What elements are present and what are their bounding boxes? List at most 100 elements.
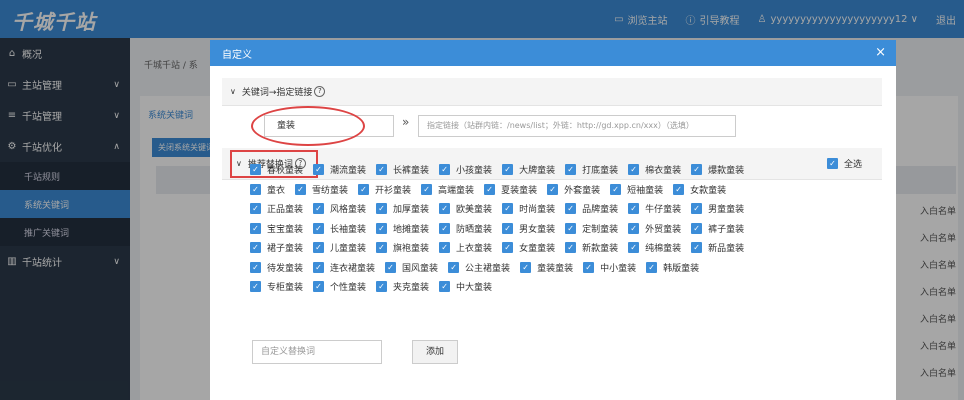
tag-label: 品牌童装 — [582, 205, 619, 216]
tag-checkbox[interactable]: ✓ 开衫童装 — [358, 183, 411, 196]
check-icon: ✓ — [628, 164, 640, 176]
tag-label: 个性童装 — [330, 283, 367, 294]
check-icon: ✓ — [448, 261, 460, 273]
tag-label: 长裤童装 — [393, 166, 430, 177]
tag-label: 时尚童装 — [519, 205, 556, 216]
tag-checkbox[interactable]: ✓ 中小童装 — [583, 261, 636, 274]
check-icon: ✓ — [520, 261, 532, 273]
tag-checkbox[interactable]: ✓ 小孩童装 — [439, 163, 492, 176]
tag-label: 夏装童装 — [501, 185, 538, 196]
check-icon: ✓ — [313, 164, 325, 176]
tag-checkbox[interactable]: ✓ 地摊童装 — [376, 222, 429, 235]
check-icon: ✓ — [250, 222, 261, 234]
check-icon: ✓ — [358, 183, 370, 195]
tag-checkbox[interactable]: ✓ 夏装童装 — [484, 183, 537, 196]
custom-word-input[interactable]: 自定义替换词 — [252, 340, 382, 364]
tag-checkbox[interactable]: ✓ 男女童装 — [502, 222, 555, 235]
link-input[interactable]: 指定链接（站群内链：/news/list；外链：http://gd.xpp.cn… — [418, 115, 736, 137]
tag-label: 韩版童装 — [663, 263, 700, 274]
close-icon[interactable]: × — [875, 45, 886, 60]
tag-checkbox[interactable]: ✓ 上衣童装 — [439, 241, 492, 254]
tag-checkbox[interactable]: ✓ 短袖童装 — [610, 183, 663, 196]
check-icon: ✓ — [646, 261, 658, 273]
tag-row: ✓ 春秋童装 ✓ 潮流童装 ✓ 长裤童装 ✓ 小孩童装 ✓ 大牌童装 ✓ 打底童装 ✓ 棉衣童装 ✓ 爆款童装 — [250, 160, 840, 180]
check-icon: ✓ — [250, 281, 261, 293]
tag-checkbox[interactable]: ✓ 风格童装 — [313, 202, 366, 215]
tag-checkbox[interactable]: ✓ 女童童装 — [502, 241, 555, 254]
tag-checkbox[interactable]: ✓ 中大童装 — [439, 280, 492, 293]
tag-checkbox[interactable]: ✓ 宝宝童装 — [250, 222, 303, 235]
tag-checkbox[interactable]: ✓ 正品童装 — [250, 202, 303, 215]
tag-checkbox[interactable]: ✓ 大牌童装 — [502, 163, 555, 176]
tag-checkbox[interactable]: ✓ 牛仔童装 — [628, 202, 681, 215]
tag-label: 棉衣童装 — [645, 166, 682, 177]
tag-label: 外套童装 — [564, 185, 601, 196]
check-icon: ✓ — [439, 281, 451, 293]
tag-checkbox[interactable]: ✓ 男童童装 — [691, 202, 744, 215]
check-icon: ✓ — [547, 183, 559, 195]
tag-checkbox[interactable]: ✓ 新款童装 — [565, 241, 618, 254]
tag-label: 连衣裙童装 — [330, 263, 376, 274]
tag-checkbox[interactable]: ✓ 裙子童装 — [250, 241, 303, 254]
tag-checkbox[interactable]: ✓ 加厚童装 — [376, 202, 429, 215]
tag-checkbox[interactable]: ✓ 外套童装 — [547, 183, 600, 196]
tag-checkbox[interactable]: ✓ 长袖童装 — [313, 222, 366, 235]
tag-checkbox[interactable]: ✓ 纯棉童装 — [628, 241, 681, 254]
tag-checkbox[interactable]: ✓ 爆款童装 — [691, 163, 744, 176]
help-icon[interactable]: ? — [314, 86, 326, 97]
tag-checkbox[interactable]: ✓ 儿童童装 — [313, 241, 366, 254]
tag-checkbox[interactable]: ✓ 定制童装 — [565, 222, 618, 235]
tag-label: 外贸童装 — [645, 224, 682, 235]
tag-checkbox[interactable]: ✓ 潮流童装 — [313, 163, 366, 176]
tag-checkbox[interactable]: ✓ 春秋童装 — [250, 163, 303, 176]
check-icon: ✓ — [376, 222, 388, 234]
check-icon: ✓ — [313, 203, 325, 215]
section-keyword-link[interactable]: ∨ 关键词→指定链接 ? — [222, 78, 882, 106]
tag-checkbox[interactable]: ✓ 公主裙童装 — [448, 261, 510, 274]
tag-checkbox[interactable]: ✓ 韩版童装 — [646, 261, 699, 274]
tag-checkbox[interactable]: ✓ 国风童装 — [385, 261, 438, 274]
check-icon: ✓ — [313, 281, 325, 293]
tag-checkbox[interactable]: ✓ 高端童装 — [421, 183, 474, 196]
tag-label: 新款童装 — [582, 244, 619, 255]
tag-checkbox[interactable]: ✓ 待发童装 — [250, 261, 303, 274]
tag-label: 裤子童装 — [708, 224, 745, 235]
tag-checkbox[interactable]: ✓ 品牌童装 — [565, 202, 618, 215]
tag-checkbox[interactable]: ✓ 新品童装 — [691, 241, 744, 254]
tag-label: 纯棉童装 — [645, 244, 682, 255]
annotation-circle — [251, 106, 365, 146]
tag-checkbox[interactable]: ✓ 夹克童装 — [376, 280, 429, 293]
custom-modal: 自定义 × ∨ 关键词→指定链接 ? 童装 » 指定链接（站群内链：/news/… — [210, 40, 896, 400]
tag-checkbox[interactable]: ✓ 专柜童装 — [250, 280, 303, 293]
tag-checkbox[interactable]: ✓ 连衣裙童装 — [313, 261, 375, 274]
tag-label: 儿童童装 — [330, 244, 367, 255]
add-button[interactable]: 添加 — [412, 340, 458, 364]
tag-checkbox[interactable]: ✓ 棉衣童装 — [628, 163, 681, 176]
tag-checkbox[interactable]: ✓ 裤子童装 — [691, 222, 744, 235]
tag-checkbox[interactable]: ✓ 雪纺童装 — [295, 183, 348, 196]
check-icon: ✓ — [313, 222, 325, 234]
tag-checkbox[interactable]: ✓ 个性童装 — [313, 280, 366, 293]
check-icon: ✓ — [313, 242, 325, 254]
tag-checkbox[interactable]: ✓ 时尚童装 — [502, 202, 555, 215]
tag-label: 大牌童装 — [519, 166, 556, 177]
tag-checkbox[interactable]: ✓ 防晒童装 — [439, 222, 492, 235]
tag-label: 男童童装 — [708, 205, 745, 216]
check-icon: ✓ — [610, 183, 622, 195]
tag-checkbox[interactable]: ✓ 长裤童装 — [376, 163, 429, 176]
tag-checkbox[interactable]: ✓ 打底童装 — [565, 163, 618, 176]
tag-checkbox[interactable]: ✓ 欧美童装 — [439, 202, 492, 215]
tag-checkbox[interactable]: ✓ 外贸童装 — [628, 222, 681, 235]
tag-checkbox[interactable]: ✓ 旗袍童装 — [376, 241, 429, 254]
tag-label: 雪纺童装 — [312, 185, 349, 196]
tag-label: 上衣童装 — [456, 244, 493, 255]
tag-checkbox[interactable]: ✓ 童衣 — [250, 183, 285, 196]
tag-label: 风格童装 — [330, 205, 367, 216]
tag-label: 宝宝童装 — [267, 224, 304, 235]
tag-checkbox[interactable]: ✓ 女款童装 — [673, 183, 726, 196]
tag-label: 国风童装 — [402, 263, 439, 274]
tag-label: 中大童装 — [456, 283, 493, 294]
tag-checkbox[interactable]: ✓ 童装童装 — [520, 261, 573, 274]
check-icon: ✓ — [691, 164, 703, 176]
tag-row: ✓ 待发童装 ✓ 连衣裙童装 ✓ 国风童装 ✓ 公主裙童装 ✓ 童装童装 ✓ 中小童装 ✓ 韩版童装 — [250, 258, 840, 278]
